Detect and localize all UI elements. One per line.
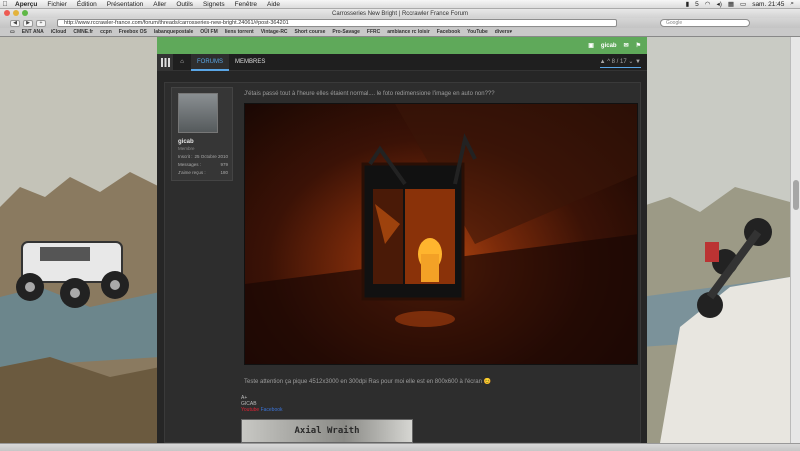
menu-outils[interactable]: Outils bbox=[171, 1, 198, 8]
new-tab-button[interactable]: + bbox=[36, 19, 46, 27]
menubar-status-area: ▮ 5 ◠ ◂) ▦ ▭ sam. 21:45 ⌕ bbox=[686, 0, 800, 8]
bookmark-labanquepostale[interactable]: labanquepostale bbox=[154, 29, 193, 35]
grid-glyph bbox=[160, 57, 170, 67]
stat-label: Inscrit : bbox=[178, 154, 193, 159]
menu-app[interactable]: Aperçu bbox=[10, 1, 42, 8]
tab-forums[interactable]: FORUMS bbox=[191, 53, 229, 71]
author-stat-messages: Messages : 979 bbox=[178, 162, 228, 167]
forum-nav: ⌂ FORUMS MEMBRES ▲ ^ 8 / 17 ⌄ ▼ bbox=[157, 53, 647, 71]
window-controls bbox=[4, 10, 28, 16]
stat-label: J'aime reçus : bbox=[178, 170, 206, 175]
lantern-image bbox=[245, 104, 637, 364]
stat-value: 25 Octobre 2010 bbox=[194, 154, 228, 159]
clock[interactable]: sam. 21:45 bbox=[752, 1, 784, 8]
bookmark-ccpn[interactable]: ccpn bbox=[100, 29, 112, 35]
bookmark-oui-fm[interactable]: OÜI FM bbox=[200, 29, 218, 35]
bookmark-pro-savage[interactable]: Pro-Savage bbox=[332, 29, 360, 35]
menu-aide[interactable]: Aide bbox=[262, 1, 285, 8]
stat-value: 979 bbox=[220, 162, 228, 167]
window-title: Carrosseries New Bright | Rccrawler Fran… bbox=[332, 10, 468, 17]
flag-alerts-icon[interactable]: ⚑ bbox=[636, 42, 641, 49]
bookmarks-bar: ▭ ENT ANA iCloud CMNE.fr ccpn Freebox OS… bbox=[0, 28, 800, 37]
volume-icon[interactable]: ◂) bbox=[716, 0, 721, 8]
envelope-icon[interactable]: ✉ bbox=[624, 42, 629, 49]
stat-value: 180 bbox=[220, 170, 228, 175]
youtube-link[interactable]: Youtube bbox=[241, 407, 259, 413]
signature: A+ GICAB Youtube Facebook bbox=[241, 395, 283, 413]
bookmark-ambiance-rc[interactable]: ambiance rc loisir bbox=[387, 29, 430, 35]
apple-menu-icon[interactable]:  bbox=[0, 1, 10, 8]
bookmark-cmne[interactable]: CMNE.fr bbox=[73, 29, 93, 35]
forum-column: ▣ gicab ✉ ⚑ ⌂ FORUMS MEMBRES ▲ ^ 8 / 17 … bbox=[157, 37, 647, 443]
grid-menu-icon[interactable] bbox=[157, 54, 173, 70]
browser-toolbar: ◀ ▶ + http://www.rccrawler-france.com/fo… bbox=[0, 18, 800, 28]
search-field[interactable]: Google bbox=[660, 19, 750, 27]
wifi-icon[interactable]: ◠ bbox=[705, 0, 711, 8]
bookmark-ffrc[interactable]: FFRC bbox=[367, 29, 380, 35]
page-scrollbar[interactable] bbox=[790, 37, 800, 443]
bookmark-divers[interactable]: divers▾ bbox=[495, 29, 512, 35]
mac-menu-bar:  Aperçu Fichier Édition Présentation Al… bbox=[0, 0, 800, 9]
bookmark-ent-ana[interactable]: ENT ANA bbox=[22, 29, 44, 35]
menu-signets[interactable]: Signets bbox=[198, 1, 230, 8]
user-menu-link[interactable]: gicab bbox=[601, 43, 617, 49]
stat-label: Messages : bbox=[178, 162, 202, 167]
tab-membres[interactable]: MEMBRES bbox=[229, 54, 271, 71]
background-crawler-right-image bbox=[640, 37, 790, 443]
menu-fichier[interactable]: Fichier bbox=[42, 1, 72, 8]
address-bar[interactable]: http://www.rccrawler-france.com/forum/th… bbox=[57, 19, 617, 27]
bookmark-youtube[interactable]: YouTube bbox=[467, 29, 488, 35]
minimize-window-button[interactable] bbox=[13, 10, 19, 16]
menu-presentation[interactable]: Présentation bbox=[102, 1, 149, 8]
battery-icon[interactable]: ▮ bbox=[686, 0, 690, 8]
scrollbar-thumb[interactable] bbox=[793, 180, 799, 210]
spotlight-icon[interactable]: ⌕ bbox=[790, 0, 794, 8]
home-icon[interactable]: ⌂ bbox=[173, 59, 191, 65]
battery-count: 5 bbox=[695, 0, 699, 8]
back-button[interactable]: ◀ bbox=[10, 19, 20, 27]
close-window-button[interactable] bbox=[4, 10, 10, 16]
signature-links: Youtube Facebook bbox=[241, 407, 283, 413]
signature-banner[interactable]: Axial Wraith bbox=[241, 419, 413, 443]
thread-pager[interactable]: ▲ ^ 8 / 17 ⌄ ▼ bbox=[599, 58, 641, 68]
post-lantern-photo[interactable] bbox=[244, 103, 638, 365]
bookmark-freebox[interactable]: Freebox OS bbox=[119, 29, 147, 35]
bookmark-liens-torrent[interactable]: liens torrent bbox=[225, 29, 254, 35]
web-page: ▣ gicab ✉ ⚑ ⌂ FORUMS MEMBRES ▲ ^ 8 / 17 … bbox=[0, 37, 800, 443]
author-stat-joined: Inscrit : 25 Octobre 2010 bbox=[178, 154, 228, 159]
battery-status-icon[interactable]: ▭ bbox=[740, 0, 746, 8]
window-title-bar: Carrosseries New Bright | Rccrawler Fran… bbox=[0, 9, 800, 18]
post-message-text: J'étais passé tout à l'heure elles étaie… bbox=[244, 91, 495, 97]
bookmark-facebook[interactable]: Facebook bbox=[437, 29, 460, 35]
author-name[interactable]: gicab bbox=[178, 139, 194, 145]
menu-fenetre[interactable]: Fenêtre bbox=[230, 1, 262, 8]
menu-aller[interactable]: Aller bbox=[148, 1, 171, 8]
author-role: Membre bbox=[178, 146, 195, 151]
author-card: gicab Membre Inscrit : 25 Octobre 2010 M… bbox=[171, 87, 233, 181]
flag-icon[interactable]: ▦ bbox=[728, 0, 734, 8]
menu-edition[interactable]: Édition bbox=[72, 1, 102, 8]
bookmark-icloud[interactable]: iCloud bbox=[51, 29, 67, 35]
bookmark-vintage-rc[interactable]: Vintage-RC bbox=[261, 29, 288, 35]
browser-status-bar bbox=[0, 443, 800, 451]
user-avatar-small-icon[interactable]: ▣ bbox=[588, 42, 594, 49]
facebook-link[interactable]: Facebook bbox=[261, 407, 283, 413]
post-caption: Teste attention ça pique 4512x3000 en 30… bbox=[244, 379, 492, 385]
avatar[interactable] bbox=[178, 93, 218, 133]
background-crawler-left-image bbox=[0, 37, 160, 443]
reading-list-icon[interactable]: ▭ bbox=[10, 29, 15, 35]
forum-top-strip: ▣ gicab ✉ ⚑ bbox=[157, 37, 647, 54]
forward-button[interactable]: ▶ bbox=[23, 19, 33, 27]
zoom-window-button[interactable] bbox=[22, 10, 28, 16]
forum-post: gicab Membre Inscrit : 25 Octobre 2010 M… bbox=[164, 82, 641, 443]
author-stat-likes: J'aime reçus : 180 bbox=[178, 170, 228, 175]
bookmark-short-course[interactable]: Short course bbox=[295, 29, 326, 35]
